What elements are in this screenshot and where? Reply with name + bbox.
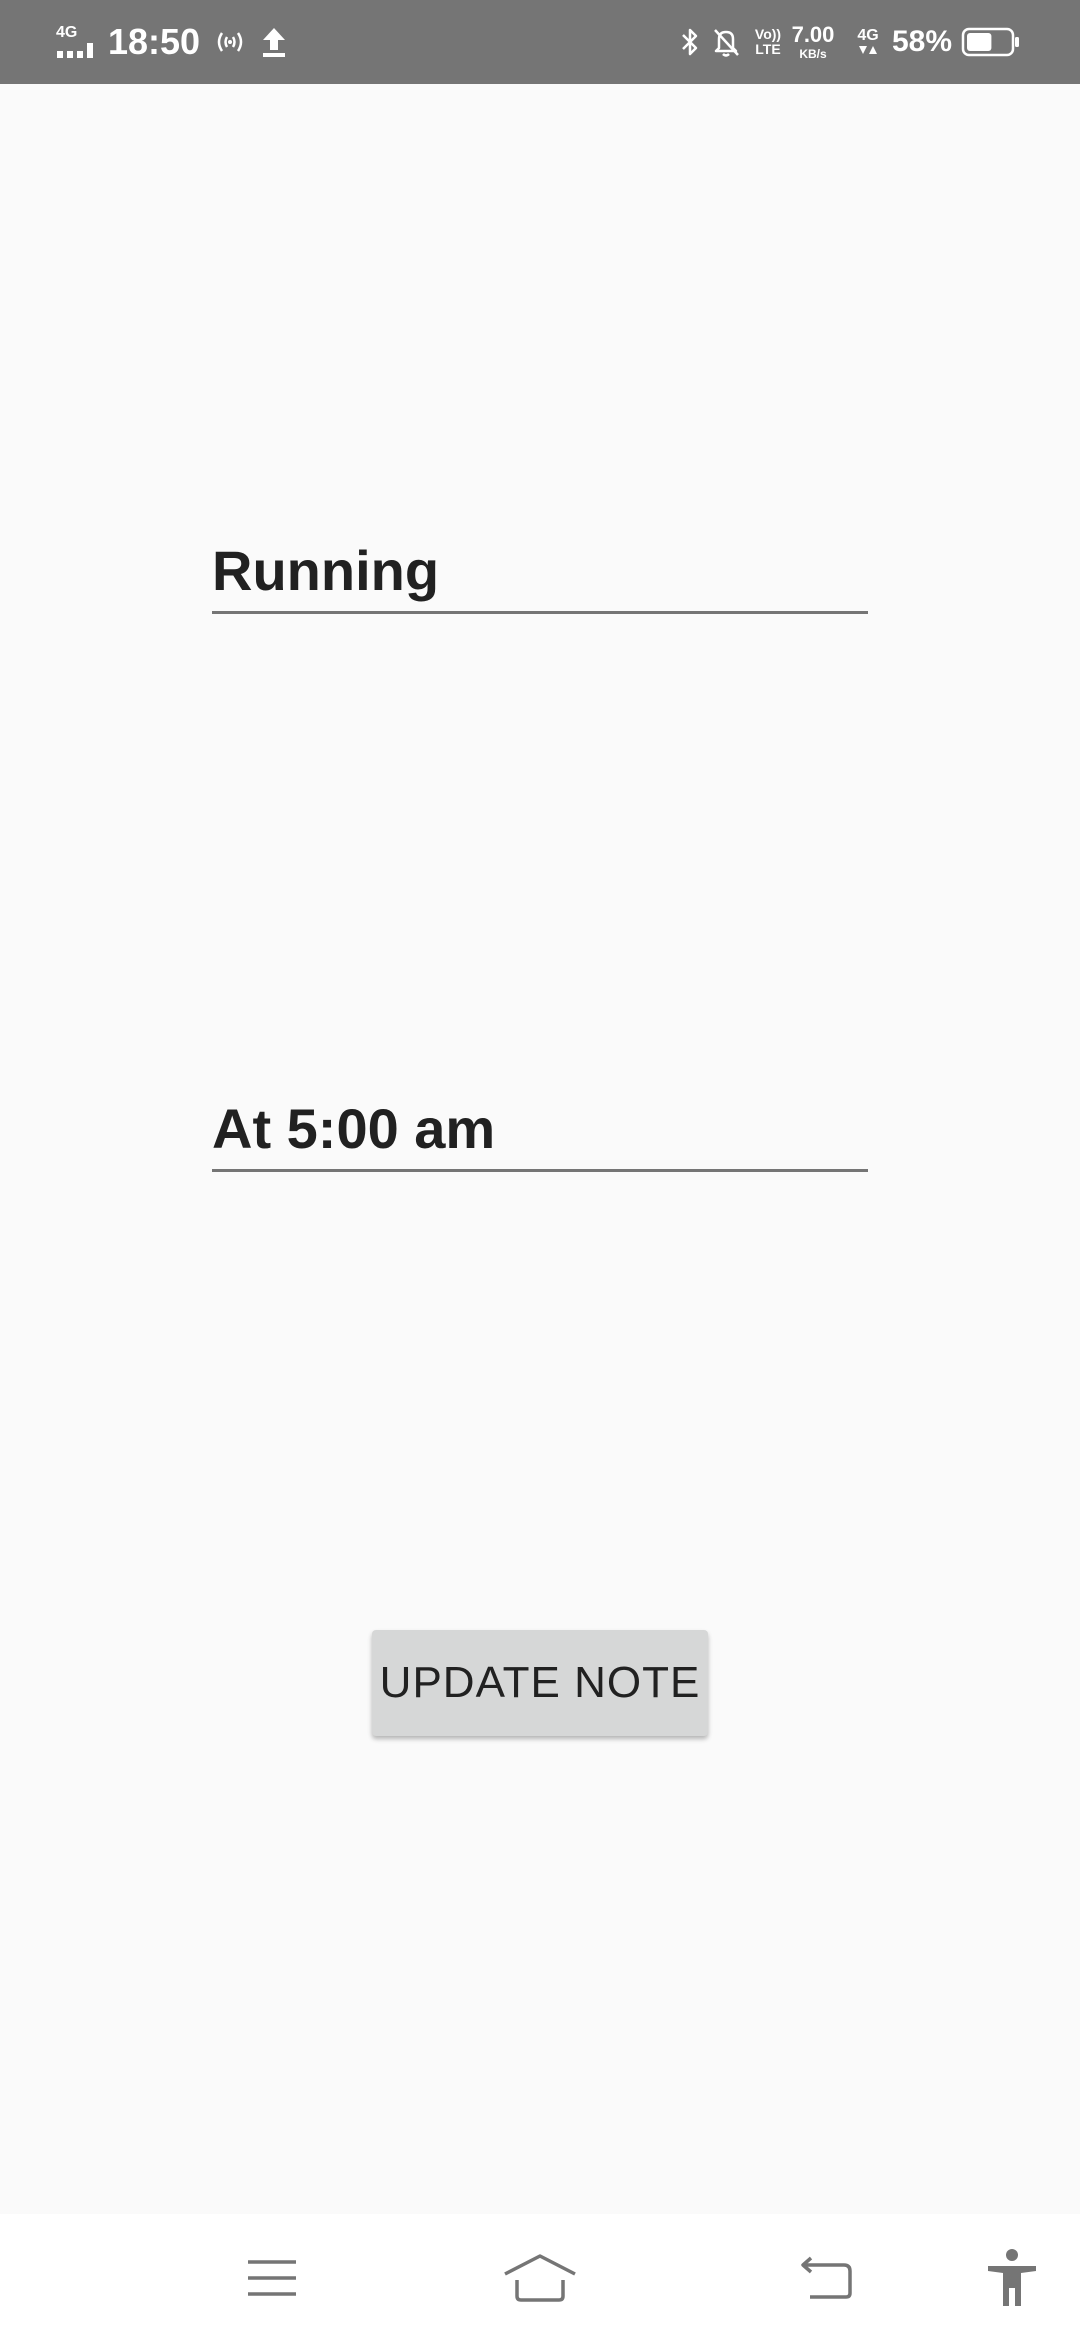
network2-type-label: 4G xyxy=(857,27,879,44)
home-button[interactable] xyxy=(498,2236,582,2320)
volte-top-label: Vo)) xyxy=(754,26,782,42)
network-type-label: 4G xyxy=(56,24,78,41)
menu-button[interactable] xyxy=(230,2236,314,2320)
volte-indicator: Vo)) LTE xyxy=(752,24,784,60)
clock: 18:50 xyxy=(108,21,201,62)
accessibility-button[interactable] xyxy=(970,2236,1054,2320)
update-note-button[interactable]: UPDATE NOTE xyxy=(372,1630,708,1736)
navigation-bar xyxy=(0,2214,1080,2340)
signal-icon xyxy=(57,43,93,58)
signal-indicator: 4G xyxy=(56,22,100,62)
menu-icon xyxy=(248,2260,296,2296)
volte-bottom-label: LTE xyxy=(755,41,781,57)
bell-off-icon xyxy=(708,24,744,60)
battery-icon xyxy=(960,26,1022,58)
accessibility-icon xyxy=(988,2249,1036,2306)
speed-value: 7.00 xyxy=(791,22,835,47)
speed-unit: KB/s xyxy=(799,47,827,61)
battery-percent: 58% xyxy=(892,25,953,58)
data-activity-indicator: 4G xyxy=(852,24,884,60)
note-time-input[interactable] xyxy=(212,1088,868,1172)
network-speed: 7.00 KB/s xyxy=(786,20,840,64)
bluetooth-icon xyxy=(676,24,704,60)
home-icon xyxy=(504,2254,576,2302)
data-activity-icon xyxy=(859,46,877,54)
status-bar: 4G 18:50 Vo)) LTE 7.00 KB/s 4G 58% xyxy=(0,0,1080,84)
upload-icon xyxy=(258,22,290,62)
hotspot-icon xyxy=(210,24,250,60)
back-icon xyxy=(801,2256,852,2299)
back-button[interactable] xyxy=(782,2236,866,2320)
note-title-input[interactable] xyxy=(212,530,868,614)
